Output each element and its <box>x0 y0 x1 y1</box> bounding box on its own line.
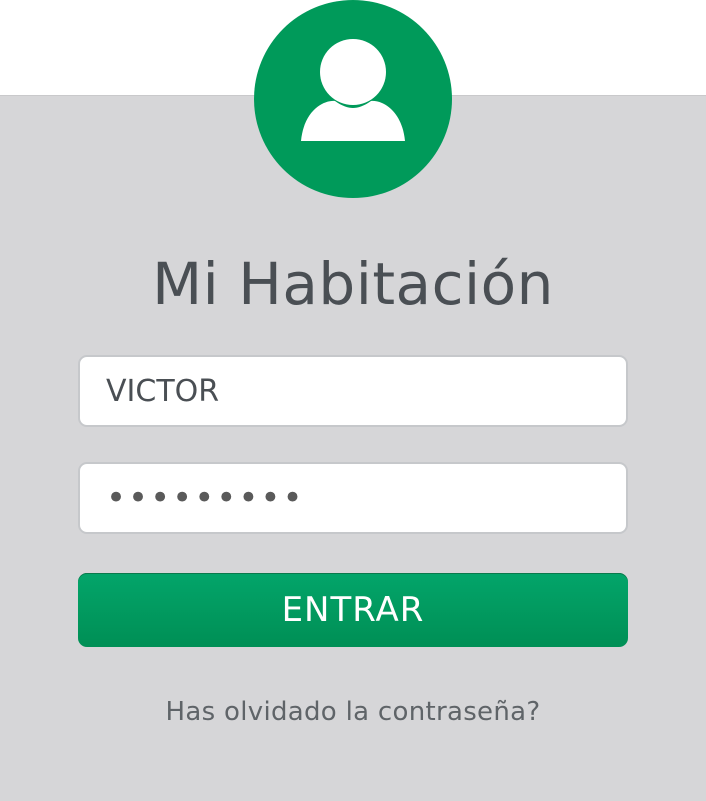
enter-button[interactable]: ENTRAR <box>78 573 628 647</box>
password-field[interactable] <box>78 462 628 534</box>
username-input[interactable] <box>106 357 606 425</box>
page-title: Mi Habitación <box>152 250 554 318</box>
avatar <box>254 0 452 198</box>
login-panel <box>0 95 706 801</box>
user-icon <box>301 39 405 141</box>
password-input[interactable] <box>106 464 606 532</box>
username-field[interactable] <box>78 355 628 427</box>
forgot-password-link[interactable]: Has olvidado la contraseña? <box>0 697 706 727</box>
